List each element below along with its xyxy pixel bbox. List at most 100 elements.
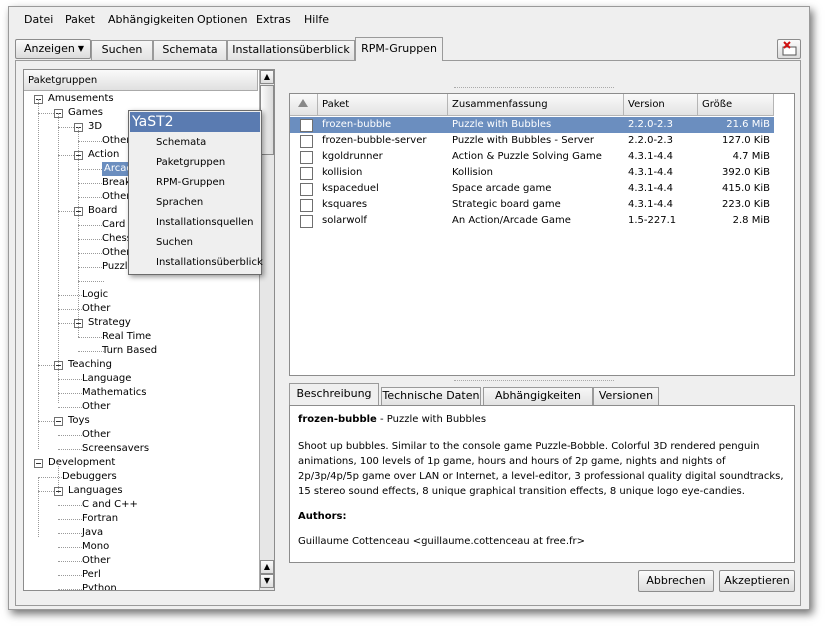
table-row[interactable]: kspaceduel Space arcade game 4.3.1-4.4 415.… xyxy=(290,181,774,197)
cell-summary: Action & Puzzle Solving Game xyxy=(452,151,602,162)
install-checkbox[interactable] xyxy=(300,215,313,228)
detail-author: Guillaume Cottenceau <guillaume.cottence… xyxy=(298,536,586,547)
scroll-down-icon[interactable]: ▼ xyxy=(260,574,274,588)
table-row[interactable]: frozen-bubble Puzzle with Bubbles 2.2.0-2.… xyxy=(290,117,774,133)
install-checkbox[interactable] xyxy=(300,183,313,196)
install-checkbox[interactable] xyxy=(300,199,313,212)
tree-item[interactable]: Java xyxy=(82,526,103,540)
tree-item[interactable]: Action xyxy=(88,148,119,162)
cell-size: 2.8 MiB xyxy=(732,215,770,226)
collapse-toggle-icon[interactable] xyxy=(54,417,63,426)
popup-item[interactable]: RPM-Gruppen xyxy=(156,177,225,188)
tree-item[interactable]: Other xyxy=(102,246,130,260)
tree-item[interactable]: Toys xyxy=(68,414,90,428)
tree-item[interactable]: Mono xyxy=(82,540,109,554)
sort-up-icon xyxy=(298,99,308,107)
tree-item[interactable]: Amusements xyxy=(48,92,114,106)
tree-item[interactable]: Other xyxy=(102,134,130,148)
tree-item[interactable]: Other xyxy=(82,302,110,316)
collapse-toggle-icon[interactable] xyxy=(34,459,43,468)
popup-item[interactable]: Schemata xyxy=(156,137,206,148)
column-header-version[interactable]: Version xyxy=(624,94,698,116)
tree-connector xyxy=(78,351,104,352)
popup-item[interactable]: Sprachen xyxy=(156,197,203,208)
scroll-up-icon[interactable]: ▲ xyxy=(260,70,274,84)
menu-extras[interactable]: Extras xyxy=(256,13,291,26)
tree-item[interactable]: Other xyxy=(82,428,110,442)
table-row[interactable]: solarwolf An Action/Arcade Game 1.5-227.1 2… xyxy=(290,213,774,229)
tree-item[interactable]: Fortran xyxy=(82,512,118,526)
tree-item[interactable]: Teaching xyxy=(68,358,112,372)
tab-schemata[interactable]: Schemata xyxy=(153,40,227,60)
cancel-button[interactable]: Abbrechen xyxy=(638,570,714,592)
yast2-popup-menu: YaST2 Schemata Paketgruppen RPM-Gruppen Spr… xyxy=(128,110,263,275)
cell-size: 223.0 KiB xyxy=(721,199,770,210)
tree-item[interactable]: Language xyxy=(82,372,131,386)
cell-paket: kollision xyxy=(322,167,363,178)
splitter-handle[interactable] xyxy=(454,87,614,90)
table-row[interactable]: kgoldrunner Action & Puzzle Solving Game 4… xyxy=(290,149,774,165)
popup-item[interactable]: Installationsquellen xyxy=(156,217,253,228)
tree-item[interactable]: Screensavers xyxy=(82,442,149,456)
tab-rpm-gruppen[interactable]: RPM-Gruppen xyxy=(355,37,443,61)
install-checkbox[interactable] xyxy=(300,135,313,148)
tree-header[interactable]: Paketgruppen xyxy=(24,70,258,91)
tab-suchen[interactable]: Suchen xyxy=(91,40,153,60)
tab-installationsueberblick[interactable]: Installationsüberblick xyxy=(227,40,355,60)
tree-item[interactable]: Logic xyxy=(82,288,108,302)
tree-item[interactable]: Python xyxy=(82,582,117,590)
popup-item[interactable]: Suchen xyxy=(156,237,193,248)
tree-item[interactable]: Strategy xyxy=(88,316,131,330)
install-checkbox[interactable] xyxy=(300,151,313,164)
tree-item[interactable]: Mathematics xyxy=(82,386,146,400)
detail-tab-versionen[interactable]: Versionen xyxy=(593,387,659,405)
cell-version: 2.2.0-2.3 xyxy=(628,119,673,130)
tree-item[interactable]: Board xyxy=(88,204,117,218)
column-header-groesse[interactable]: Größe xyxy=(698,94,774,116)
column-header-paket[interactable]: Paket xyxy=(318,94,448,116)
tree-item[interactable]: Card xyxy=(102,218,125,232)
tree-item[interactable]: Other xyxy=(82,554,110,568)
menu-paket[interactable]: Paket xyxy=(65,13,95,26)
menu-abhaengigkeiten[interactable]: Abhängigkeiten xyxy=(108,13,194,26)
install-checkbox[interactable] xyxy=(300,167,313,180)
table-row[interactable]: ksquares Strategic board game 4.3.1-4.4 223… xyxy=(290,197,774,213)
tree-item[interactable]: C and C++ xyxy=(82,498,138,512)
tree-item[interactable]: Other xyxy=(82,400,110,414)
tree-item[interactable]: Real Time xyxy=(102,330,151,344)
scroll-thumb[interactable] xyxy=(260,85,274,155)
menu-hilfe[interactable]: Hilfe xyxy=(304,13,329,26)
tree-connector xyxy=(58,323,74,324)
close-tab-button[interactable] xyxy=(777,39,801,59)
status-column-header[interactable] xyxy=(290,94,318,116)
tree-connector xyxy=(38,113,54,114)
cell-paket: frozen-bubble xyxy=(322,119,392,130)
scroll-up-icon[interactable]: ▲ xyxy=(260,560,274,574)
table-row[interactable]: kollision Kollision 4.3.1-4.4 392.0 KiB xyxy=(290,165,774,181)
tree-connector xyxy=(38,491,54,492)
menu-optionen[interactable]: Optionen xyxy=(197,13,247,26)
splitter-handle[interactable] xyxy=(454,380,614,383)
tree-item[interactable]: 3D xyxy=(88,120,102,134)
popup-item[interactable]: Paketgruppen xyxy=(156,157,225,168)
detail-tab-technische-daten[interactable]: Technische Daten xyxy=(381,387,481,405)
menu-datei[interactable]: Datei xyxy=(24,13,53,26)
tree-item[interactable]: Games xyxy=(68,106,103,120)
detail-tab-label: Beschreibung xyxy=(296,387,372,400)
tree-item[interactable]: Perl xyxy=(82,568,101,582)
table-row[interactable]: frozen-bubble-server Puzzle with Bubbles … xyxy=(290,133,774,149)
view-dropdown-button[interactable]: Anzeigen ▼ xyxy=(15,39,91,59)
detail-tab-abhaengigkeiten[interactable]: Abhängigkeiten xyxy=(483,387,593,405)
tree-item[interactable]: Turn Based xyxy=(102,344,157,358)
column-header-zusammenfassung[interactable]: Zusammenfassung xyxy=(448,94,624,116)
accept-button[interactable]: Akzeptieren xyxy=(719,570,795,592)
cell-size: 415.0 KiB xyxy=(721,183,770,194)
yast-window: Datei Paket Abhängigkeiten Optionen Extr… xyxy=(8,6,810,610)
tree-connector xyxy=(58,519,84,520)
install-checkbox[interactable] xyxy=(300,119,313,132)
popup-item[interactable]: Installationsüberblick xyxy=(156,257,263,268)
detail-tab-beschreibung[interactable]: Beschreibung xyxy=(289,383,379,405)
tree-item[interactable]: Debuggers xyxy=(62,470,117,484)
tree-item[interactable]: Other xyxy=(102,190,130,204)
tree-item[interactable]: Languages xyxy=(68,484,123,498)
